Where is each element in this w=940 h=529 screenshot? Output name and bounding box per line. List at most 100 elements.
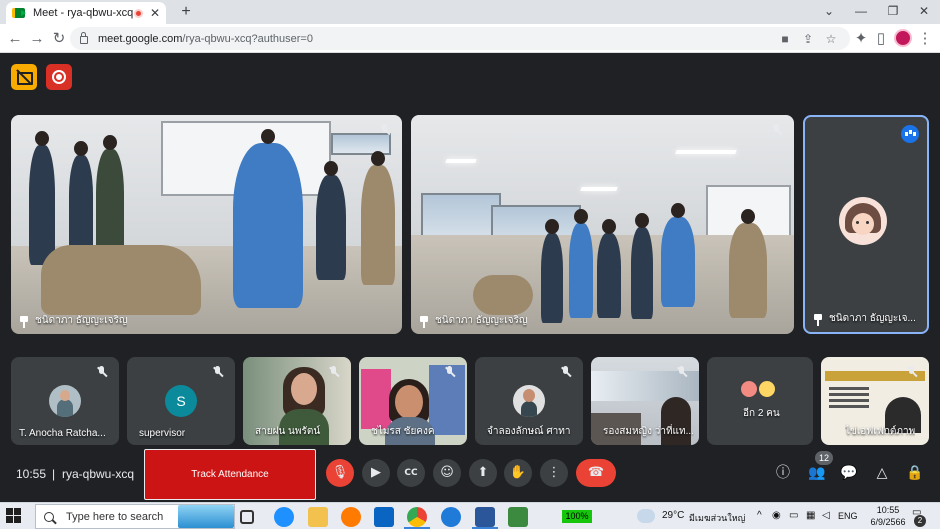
participant-name: ชไมรส ชัยคงค bbox=[371, 426, 435, 437]
pin-icon[interactable] bbox=[19, 316, 29, 328]
tray-app-icon[interactable]: ◉ bbox=[772, 510, 781, 521]
more-avatar-1 bbox=[739, 379, 759, 399]
participant-video bbox=[11, 115, 402, 334]
minimize-button[interactable]: — bbox=[845, 0, 877, 24]
edge-icon[interactable] bbox=[274, 507, 294, 527]
app-icon[interactable] bbox=[508, 507, 528, 527]
search-icon bbox=[44, 511, 54, 522]
emoji-icon[interactable]: ☺ bbox=[433, 459, 461, 487]
share-icon[interactable]: ⇪ bbox=[799, 30, 817, 48]
meeting-divider: | bbox=[52, 467, 56, 481]
windows-taskbar: Type here to search 100% 29°C มีเมฆส่วนใ… bbox=[0, 502, 940, 529]
participant-name: จำลองลักษณ์ ศาทา bbox=[487, 426, 571, 437]
speaking-indicator-icon bbox=[901, 125, 919, 143]
meet-stage: ชนิดาภา ธัญญะเจริญ ชนิดาภา ธัญญะเจริญ ชน… bbox=[0, 54, 940, 502]
tab-close-icon[interactable]: ✕ bbox=[150, 6, 160, 20]
info-icon[interactable]: ⓘ bbox=[769, 459, 797, 487]
weather-temperature[interactable]: 29°C bbox=[662, 510, 684, 521]
tab-strip: Meet - rya-qbwu-xcq ✕ + ⌄ — ❐ ✕ bbox=[0, 0, 940, 24]
mic-off-icon bbox=[95, 365, 109, 379]
participant-thumb-1[interactable]: T. Anocha Ratcha... bbox=[11, 357, 119, 445]
volume-icon[interactable]: ◁ bbox=[822, 510, 830, 521]
track-attendance-button[interactable]: Track Attendance bbox=[144, 449, 316, 500]
participant-thumb-2[interactable]: S supervisor bbox=[127, 357, 235, 445]
participant-thumb-8[interactable]: ไข่เอฟเฟกต์ภาพ bbox=[821, 357, 929, 445]
search-highlight-icon[interactable] bbox=[178, 505, 234, 528]
participant-tile-main-3[interactable]: ชนิดาภา ธัญญะเจ... bbox=[803, 115, 929, 334]
participant-tile-main-2[interactable]: ชนิดาภา ธัญญะเจริญ bbox=[411, 115, 794, 334]
clock-date[interactable]: 6/9/2566 bbox=[868, 517, 908, 527]
participant-thumb-6[interactable]: รองสมหญิง ว่าที่แท... bbox=[591, 357, 699, 445]
bookmark-star-icon[interactable]: ☆ bbox=[822, 30, 840, 48]
more-participants-label: อีก 2 คน bbox=[743, 408, 780, 419]
more-avatar-2 bbox=[757, 379, 777, 399]
participant-avatar bbox=[839, 197, 887, 245]
mic-off-icon bbox=[211, 365, 225, 379]
pin-icon[interactable] bbox=[419, 316, 429, 328]
mic-off-icon[interactable]: 🎙 bbox=[326, 459, 354, 487]
participant-name: T. Anocha Ratcha... bbox=[19, 428, 106, 439]
weather-description[interactable]: มีเมฆส่วนใหญ่ bbox=[689, 511, 745, 525]
participant-name: supervisor bbox=[139, 428, 186, 439]
call-end-icon[interactable]: ☎ bbox=[576, 459, 616, 487]
captions-icon[interactable]: CC bbox=[397, 459, 425, 487]
reload-icon[interactable]: ↻ bbox=[48, 28, 70, 50]
weather-cloud-icon[interactable] bbox=[637, 509, 655, 523]
chat-icon[interactable]: 💬 bbox=[835, 459, 863, 487]
side-panel-icon[interactable]: ▯ bbox=[870, 28, 892, 50]
address-bar[interactable]: meet.google.com /rya-qbwu-xcq?authuser=0… bbox=[70, 27, 850, 50]
windows-start-icon[interactable] bbox=[6, 508, 22, 524]
clock-time[interactable]: 10:55 bbox=[868, 505, 908, 515]
back-icon[interactable]: ← bbox=[4, 28, 26, 50]
chrome-icon[interactable] bbox=[407, 507, 427, 527]
more-participants-tile[interactable]: อีก 2 คน bbox=[707, 357, 813, 445]
pin-icon[interactable] bbox=[813, 314, 823, 326]
network-icon[interactable]: ▦ bbox=[806, 510, 815, 521]
camera-in-use-icon[interactable]: ■ bbox=[776, 30, 794, 48]
chrome-menu-icon[interactable]: ⋮ bbox=[914, 28, 936, 50]
mail-icon[interactable] bbox=[374, 507, 394, 527]
host-controls-icon[interactable]: 🔒 bbox=[901, 459, 929, 487]
participant-tile-main-1[interactable]: ชนิดาภา ธัญญะเจริญ bbox=[11, 115, 402, 334]
recording-icon[interactable] bbox=[46, 64, 72, 90]
tray-chevron-icon[interactable]: ^ bbox=[757, 510, 762, 521]
people-icon[interactable]: 👥 bbox=[803, 459, 831, 487]
participant-thumb-3[interactable]: สายฝน นพรัตน์ bbox=[243, 357, 351, 445]
more-vert-icon[interactable]: ⋮ bbox=[540, 459, 568, 487]
present-icon[interactable]: ⬆ bbox=[469, 459, 497, 487]
profile-avatar[interactable] bbox=[894, 29, 912, 47]
task-view-icon[interactable] bbox=[240, 510, 254, 524]
browser-toolbar: ← → ↻ meet.google.com /rya-qbwu-xcq?auth… bbox=[0, 24, 940, 53]
tab-meet[interactable]: Meet - rya-qbwu-xcq ✕ bbox=[6, 2, 166, 24]
participant-initial-avatar: S bbox=[165, 385, 197, 417]
extensions-icon[interactable]: ✦ bbox=[850, 28, 872, 50]
camera-icon[interactable]: ▶ bbox=[362, 459, 390, 487]
participant-thumb-5[interactable]: จำลองลักษณ์ ศาทา bbox=[475, 357, 583, 445]
forward-icon[interactable]: → bbox=[26, 28, 48, 50]
participant-name: ชนิดาภา ธัญญะเจ... bbox=[829, 313, 916, 324]
firefox-icon[interactable] bbox=[341, 507, 361, 527]
mic-off-icon bbox=[378, 123, 392, 137]
battery-icon[interactable]: ▭ bbox=[789, 510, 798, 521]
lock-icon[interactable] bbox=[80, 31, 88, 44]
mic-off-icon bbox=[675, 365, 689, 379]
input-language[interactable]: ENG bbox=[838, 511, 858, 521]
raise-hand-icon[interactable]: ✋ bbox=[504, 459, 532, 487]
no-video-icon[interactable] bbox=[11, 64, 37, 90]
meet-favicon-icon bbox=[12, 7, 26, 19]
file-explorer-icon[interactable] bbox=[308, 507, 328, 527]
mic-off-icon bbox=[327, 365, 341, 379]
mic-off-icon bbox=[770, 123, 784, 137]
url-host: meet.google.com bbox=[98, 32, 183, 45]
participant-thumb-4[interactable]: ชไมรส ชัยคงค bbox=[359, 357, 467, 445]
edge-beta-icon[interactable] bbox=[441, 507, 461, 527]
activities-icon[interactable]: △ bbox=[868, 459, 896, 487]
tab-search-button[interactable]: ⌄ bbox=[813, 0, 845, 24]
url-path: /rya-qbwu-xcq?authuser=0 bbox=[182, 32, 313, 45]
word-icon[interactable] bbox=[475, 507, 495, 527]
new-tab-button[interactable]: + bbox=[177, 2, 195, 22]
close-window-button[interactable]: ✕ bbox=[908, 0, 940, 24]
meeting-time: 10:55 bbox=[16, 467, 47, 481]
maximize-button[interactable]: ❐ bbox=[877, 0, 909, 24]
battery-badge: 100% bbox=[562, 510, 592, 523]
